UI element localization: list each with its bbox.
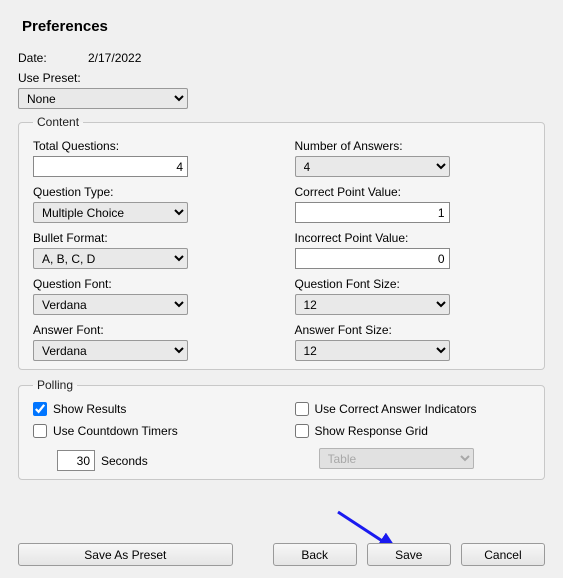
number-of-answers-select[interactable]: 4 xyxy=(295,156,450,177)
content-group: Content Total Questions: Number of Answe… xyxy=(18,115,545,370)
seconds-input[interactable] xyxy=(57,450,95,471)
question-type-select[interactable]: Multiple Choice xyxy=(33,202,188,223)
number-of-answers-label: Number of Answers: xyxy=(295,139,531,153)
save-as-preset-button[interactable]: Save As Preset xyxy=(18,543,233,566)
show-results-box[interactable] xyxy=(33,402,47,416)
total-questions-input[interactable] xyxy=(33,156,188,177)
show-results-checkbox[interactable]: Show Results xyxy=(33,402,269,416)
total-questions-label: Total Questions: xyxy=(33,139,269,153)
question-font-size-label: Question Font Size: xyxy=(295,277,531,291)
show-results-label: Show Results xyxy=(53,402,126,416)
question-type-label: Question Type: xyxy=(33,185,269,199)
date-label: Date: xyxy=(18,51,88,65)
cancel-button[interactable]: Cancel xyxy=(461,543,545,566)
use-preset-label: Use Preset: xyxy=(18,71,545,85)
answer-font-size-label: Answer Font Size: xyxy=(295,323,531,337)
question-font-size-select[interactable]: 12 xyxy=(295,294,450,315)
use-correct-answer-indicators-box[interactable] xyxy=(295,402,309,416)
incorrect-point-value-label: Incorrect Point Value: xyxy=(295,231,531,245)
back-button[interactable]: Back xyxy=(273,543,357,566)
show-response-grid-label: Show Response Grid xyxy=(315,424,428,438)
seconds-label: Seconds xyxy=(101,454,148,468)
incorrect-point-value-input[interactable] xyxy=(295,248,450,269)
use-countdown-timers-checkbox[interactable]: Use Countdown Timers xyxy=(33,424,269,438)
content-legend: Content xyxy=(33,115,83,129)
answer-font-select[interactable]: Verdana xyxy=(33,340,188,361)
show-response-grid-checkbox[interactable]: Show Response Grid xyxy=(295,424,531,438)
save-button[interactable]: Save xyxy=(367,543,451,566)
polling-legend: Polling xyxy=(33,378,77,392)
question-font-label: Question Font: xyxy=(33,277,269,291)
polling-group: Polling Show Results Use Correct Answer … xyxy=(18,378,545,480)
use-correct-answer-indicators-label: Use Correct Answer Indicators xyxy=(315,402,477,416)
use-preset-select[interactable]: None xyxy=(18,88,188,109)
use-countdown-timers-box[interactable] xyxy=(33,424,47,438)
correct-point-value-input[interactable] xyxy=(295,202,450,223)
question-font-select[interactable]: Verdana xyxy=(33,294,188,315)
answer-font-size-select[interactable]: 12 xyxy=(295,340,450,361)
date-value: 2/17/2022 xyxy=(88,51,141,65)
page-title: Preferences xyxy=(22,18,545,35)
use-countdown-timers-label: Use Countdown Timers xyxy=(53,424,178,438)
bullet-format-label: Bullet Format: xyxy=(33,231,269,245)
answer-font-label: Answer Font: xyxy=(33,323,269,337)
correct-point-value-label: Correct Point Value: xyxy=(295,185,531,199)
bullet-format-select[interactable]: A, B, C, D xyxy=(33,248,188,269)
chart-type-select: Table xyxy=(319,448,474,469)
use-correct-answer-indicators-checkbox[interactable]: Use Correct Answer Indicators xyxy=(295,402,531,416)
show-response-grid-box[interactable] xyxy=(295,424,309,438)
